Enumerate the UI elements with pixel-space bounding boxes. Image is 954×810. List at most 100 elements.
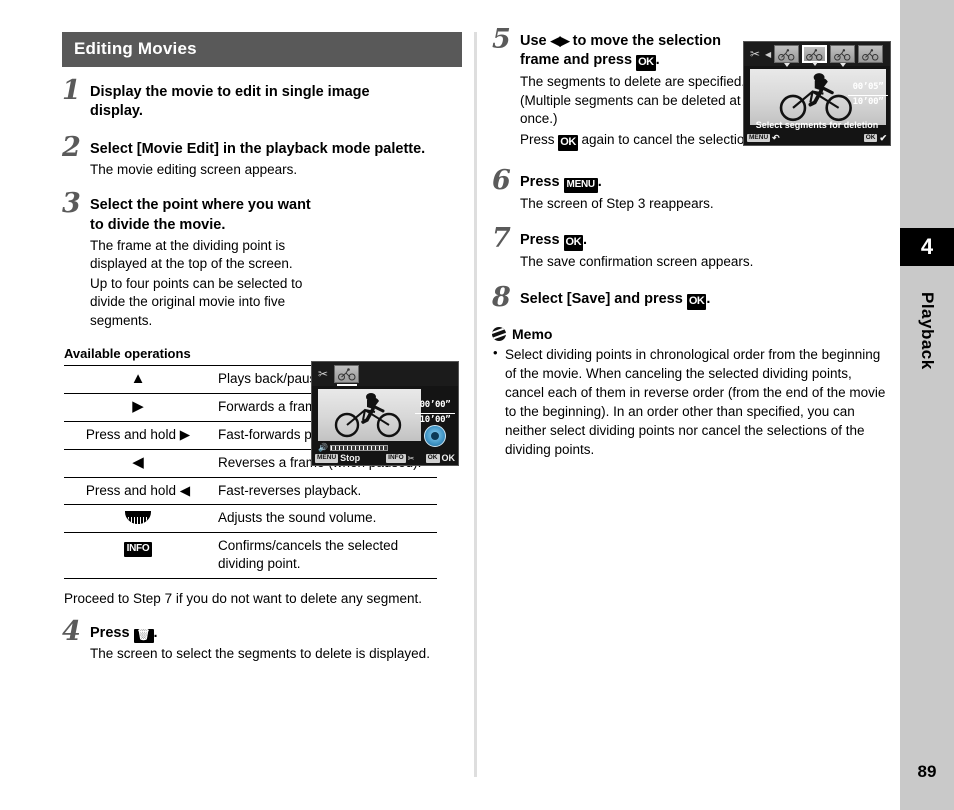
bike-thumb-icon	[862, 48, 879, 61]
table-row: Press and hold ◀ Fast-reverses playback.	[64, 477, 437, 505]
op-key-info: INFO	[64, 533, 212, 579]
lcd5-ok-badge: OK	[863, 133, 878, 143]
step-3-title: Select the point where you want to divid…	[90, 197, 311, 233]
lcd5-thumbnail-4[interactable]	[858, 45, 884, 63]
trash-icon: 🗑	[133, 629, 154, 644]
step-4-number: 4	[62, 616, 81, 648]
lcd5-menu-hint: MENU ↶	[747, 133, 780, 144]
step-7-title-pre: Press	[520, 232, 564, 249]
chapter-number: 4	[900, 228, 954, 266]
step-6-number: 6	[492, 164, 511, 196]
menu-button-icon: MENU	[563, 177, 598, 193]
lcd3-thumbnail-strip: ✂	[312, 362, 458, 387]
lcd3-preview-frame	[318, 389, 421, 442]
step-6-title-post: .	[597, 173, 602, 190]
lcd3-menu-label: Stop	[340, 453, 361, 464]
lcd5-thumb-marker-3	[839, 63, 846, 67]
lcd-screen-step3: ✂ 00’00” 10’00” 🔊 MENU Stop INFO ✂ OK OK	[311, 361, 459, 467]
op-key-right: ▶	[64, 394, 212, 422]
memo-list: Select dividing points in chronological …	[492, 344, 892, 460]
proceed-note: Proceed to Step 7 if you do not want to …	[64, 590, 422, 606]
table-row: Adjusts the sound volume.	[64, 504, 437, 533]
step-5-number: 5	[492, 24, 511, 55]
section-title: Editing Movies	[62, 32, 462, 67]
dpad-icon	[424, 425, 446, 448]
step-3-body-1: The frame at the dividing point is displ…	[90, 237, 293, 272]
step-8-title-pre: Select [Save] and press	[520, 290, 687, 307]
step-6-title-pre: Press	[520, 173, 564, 190]
cyclist-illustration	[334, 393, 401, 438]
page-number: 89	[917, 762, 937, 781]
lcd5-thumbnail-1[interactable]	[774, 45, 800, 67]
step-6: 6 Press MENU. The screen of Step 3 reapp…	[492, 167, 892, 213]
step-5: 5 Use ◀▶ to move the selection frame and…	[492, 26, 892, 151]
step-8-title: Select [Save] and press OK.	[520, 290, 892, 310]
lcd3-ok-label: OK	[441, 453, 456, 464]
step-6-body: The screen of Step 3 reappears.	[520, 195, 714, 211]
step-2-title: Select [Movie Edit] in the playback mode…	[90, 140, 426, 157]
step-1-number: 1	[62, 75, 81, 106]
step-8-number: 8	[492, 281, 511, 313]
step-8: 8 Select [Save] and press OK.	[492, 284, 892, 311]
table-row: INFO Confirms/cancels the selected divid…	[64, 532, 437, 579]
memo-header: Memo	[492, 326, 892, 342]
ok-button-icon: OK	[558, 134, 578, 151]
memo-icon	[492, 326, 506, 341]
step-5-title: Use ◀▶ to move the selection frame and p…	[520, 32, 750, 72]
triangle-left-icon: ◀	[132, 453, 144, 471]
lcd5-caption: Select segments for deletion	[755, 120, 879, 130]
step-5-body-2-post: again to cancel the selection.	[577, 131, 756, 147]
lcd3-ok-badge: OK	[425, 454, 440, 463]
bike-thumb-icon	[806, 48, 823, 61]
list-item: Select dividing points in chronological …	[492, 344, 892, 460]
step-2: 2 Select [Movie Edit] in the playback mo…	[62, 134, 462, 180]
step-7-number: 7	[492, 223, 511, 255]
lcd5-thumbnail-2[interactable]	[802, 45, 828, 66]
column-divider	[474, 32, 477, 777]
operations-table-title: Available operations	[64, 346, 191, 362]
step-4: 4 Press 🗑. The screen to select the segm…	[62, 618, 462, 664]
lcd3-info-label: ✂	[407, 453, 415, 463]
lcd5-thumbnail-strip: ✂ ◀	[744, 42, 890, 67]
manual-page: 4 Playback 89 Editing Movies 1 Display t…	[0, 0, 954, 810]
step-5-body-1: The segments to delete are specified. (M…	[520, 74, 746, 127]
bike-thumb-icon	[834, 48, 851, 61]
step-1: 1 Display the movie to edit in single im…	[62, 77, 462, 122]
op-desc-info: Confirms/cancels the selected dividing p…	[218, 538, 399, 571]
lcd5-ok-hint: OK ✔	[863, 132, 887, 144]
scissors-icon: ✂	[749, 47, 761, 61]
op-desc-hold-left: Fast-reverses playback.	[218, 482, 362, 498]
lcd5-ok-label: ✔	[879, 132, 887, 143]
lcd3-thumbnail-1	[334, 365, 359, 387]
step-4-title-pre: Press	[90, 625, 134, 642]
step-3-number: 3	[62, 188, 81, 220]
op-key-hold-right: Press and hold ▶	[85, 426, 191, 442]
scissors-icon: ✂	[317, 367, 329, 382]
lcd5-menu-label: ↶	[772, 132, 780, 143]
step-2-body: The movie editing screen appears.	[90, 161, 298, 177]
step-6-title: Press MENU.	[520, 173, 892, 193]
lcd3-info-hint: INFO ✂	[386, 454, 414, 463]
lcd3-ok-hint: OK OK	[425, 453, 456, 464]
op-key-up: ▲	[64, 366, 212, 394]
memo-title: Memo	[512, 325, 553, 342]
lcd3-menu-badge: MENU	[315, 454, 339, 463]
right-column: 5 Use ◀▶ to move the selection frame and…	[492, 26, 892, 460]
step-4-title: Press 🗑.	[90, 624, 462, 644]
left-column: Editing Movies 1 Display the movie to ed…	[62, 32, 462, 664]
lcd3-timecode-total: 10’00”	[415, 413, 455, 425]
ok-button-icon: OK	[686, 293, 707, 310]
ok-button-icon: OK	[636, 55, 656, 72]
lcd5-menu-badge: MENU	[747, 133, 771, 143]
lcd5-timecode-current: 00’05”	[852, 82, 884, 92]
step-5-title-p0: Use	[520, 33, 551, 49]
op-key-hold-left: Press and hold ◀	[85, 482, 191, 498]
lcd5-thumb-marker-1	[783, 63, 790, 67]
step-7-title: Press OK.	[520, 231, 892, 252]
step-3-body-2: Up to four points can be selected to div…	[90, 275, 303, 328]
lcd3-info-badge: INFO	[386, 454, 406, 463]
step-7-title-post: .	[583, 232, 588, 249]
ok-button-icon: OK	[563, 235, 584, 252]
lcd5-thumbnail-3[interactable]	[830, 45, 856, 67]
lcd5-bottom-bar: MENU ↶ OK ✔	[744, 131, 890, 145]
